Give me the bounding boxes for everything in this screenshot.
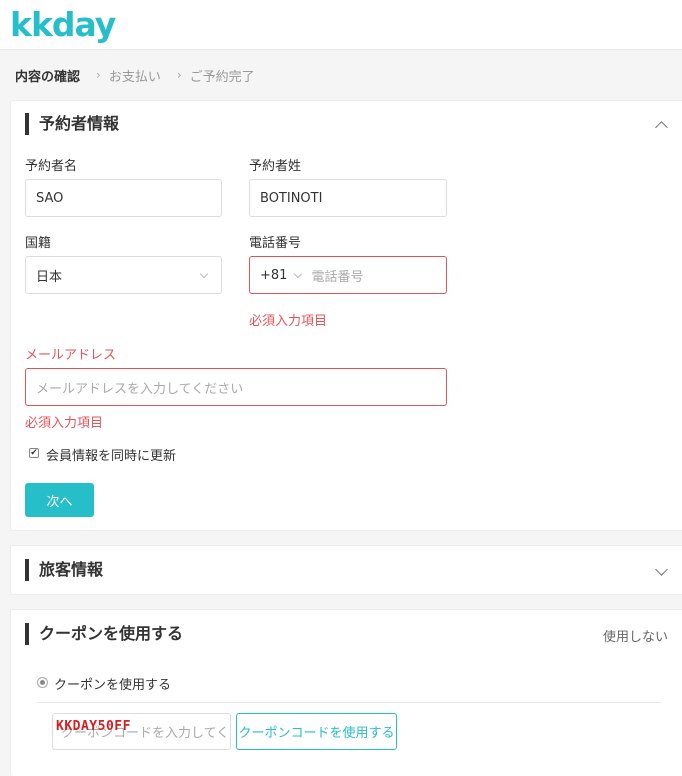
nationality-label: 国籍 [25, 236, 52, 251]
chevron-down-icon [199, 269, 209, 278]
last-name-input[interactable]: BOTINOTI [249, 179, 447, 217]
expand-chevron-down-icon[interactable] [655, 563, 668, 576]
booker-info-card: 予約者情報 予約者名 SAO 予約者姓 BOTINOTI 国籍 日本 電話番号 … [10, 100, 682, 531]
first-name-value: SAO [36, 190, 64, 206]
use-coupon-radio[interactable] [37, 677, 48, 688]
email-placeholder: メールアドレスを入力してください [36, 381, 244, 397]
phone-country-code[interactable]: +81 [260, 268, 287, 283]
phone-input-group: +81 電話番号 [249, 256, 447, 294]
coupon-card: クーポンを使用する 使用しない クーポンを使用する クーポンコードを入力してくだ… [10, 609, 682, 776]
last-name-label: 予約者姓 [249, 159, 302, 174]
breadcrumb: 内容の確認 › お支払い › ご予約完了 [15, 66, 255, 85]
breadcrumb-separator-icon: › [176, 68, 182, 82]
breadcrumb-step-confirm: 内容の確認 [15, 69, 81, 85]
email-error-message: 必須入力項目 [25, 416, 104, 431]
update-member-label[interactable]: 会員情報を同時に更新 [46, 445, 176, 464]
first-name-label: 予約者名 [25, 159, 78, 174]
nationality-select[interactable]: 日本 [25, 256, 222, 294]
traveler-info-title: 旅客情報 [25, 559, 103, 581]
email-input[interactable]: メールアドレスを入力してください [25, 368, 447, 406]
breadcrumb-step-complete: ご予約完了 [189, 69, 255, 85]
chevron-down-icon[interactable] [294, 269, 303, 278]
traveler-info-card[interactable]: 旅客情報 [10, 545, 682, 595]
collapse-chevron-up-icon[interactable] [655, 121, 668, 134]
phone-error-message: 必須入力項目 [249, 314, 328, 329]
email-label: メールアドレス [25, 348, 117, 363]
first-name-input[interactable]: SAO [25, 179, 222, 217]
breadcrumb-separator-icon: › [96, 68, 101, 82]
breadcrumb-step-payment: お支払い [108, 69, 161, 85]
coupon-divider [37, 702, 661, 703]
last-name-value: BOTINOTI [260, 190, 323, 206]
checkmark-icon: ✔ [30, 447, 38, 458]
coupon-title: クーポンを使用する [25, 623, 183, 645]
use-coupon-radio-label[interactable]: クーポンを使用する [54, 674, 171, 693]
next-button[interactable]: 次へ [25, 483, 94, 517]
update-member-checkbox[interactable]: ✔ [29, 448, 39, 458]
kkday-logo[interactable]: kkday [10, 6, 116, 44]
top-header: kkday [0, 0, 682, 50]
coupon-not-use-option[interactable]: 使用しない [603, 626, 668, 645]
nationality-value: 日本 [36, 269, 63, 285]
phone-number-input[interactable]: 電話番号 [311, 266, 363, 285]
phone-label: 電話番号 [249, 236, 302, 251]
apply-coupon-button[interactable]: クーポンコードを使用する [236, 713, 397, 750]
booker-info-title: 予約者情報 [25, 113, 119, 135]
coupon-code-stamp: KKDAY50FF [56, 719, 131, 734]
